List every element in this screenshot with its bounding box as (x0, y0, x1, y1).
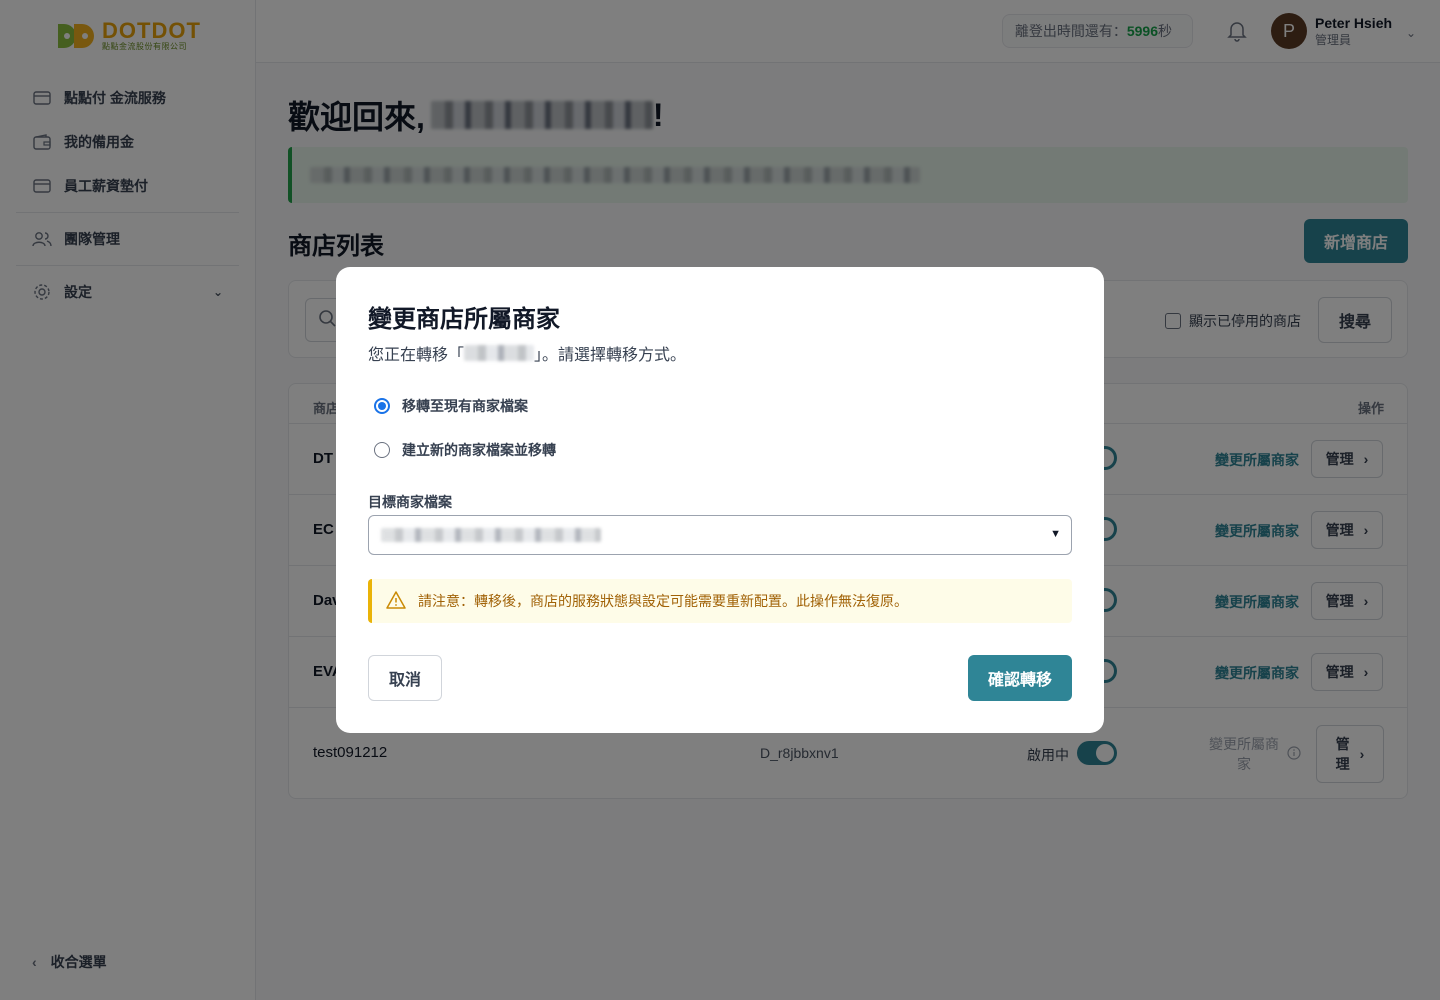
warning-text: 請注意：轉移後，商店的服務狀態與設定可能需要重新配置。此操作無法復原。 (418, 593, 908, 609)
option-label: 移轉至現有商家檔案 (402, 398, 528, 414)
target-merchant-label: 目標商家檔案 (368, 494, 452, 510)
change-merchant-dialog: 變更商店所屬商家 您正在轉移「 」。請選擇轉移方式。 移轉至現有商家檔案 建立新… (336, 267, 1104, 733)
radio-new-merchant[interactable] (374, 442, 390, 458)
dialog-title: 變更商店所屬商家 (368, 306, 560, 333)
confirm-transfer-button[interactable]: 確認轉移 (968, 655, 1072, 701)
target-merchant-select[interactable]: ▼ (368, 515, 1072, 555)
description-prefix: 您正在轉移「 (368, 347, 465, 364)
description-suffix: 」。請選擇轉移方式。 (534, 347, 687, 364)
redacted-store-name (464, 345, 535, 361)
radio-existing-merchant[interactable] (374, 398, 390, 414)
warning-icon (386, 590, 406, 612)
option-new-merchant[interactable]: 建立新的商家檔案並移轉 (374, 440, 556, 460)
cancel-button[interactable]: 取消 (368, 655, 442, 701)
chevron-down-icon: ▼ (1050, 528, 1061, 540)
redacted-selected-merchant (381, 528, 601, 542)
option-existing-merchant[interactable]: 移轉至現有商家檔案 (374, 396, 528, 416)
warning-notice: 請注意：轉移後，商店的服務狀態與設定可能需要重新配置。此操作無法復原。 (368, 579, 1072, 623)
option-label: 建立新的商家檔案並移轉 (402, 442, 556, 458)
dialog-description: 您正在轉移「 」。請選擇轉移方式。 (368, 341, 686, 365)
